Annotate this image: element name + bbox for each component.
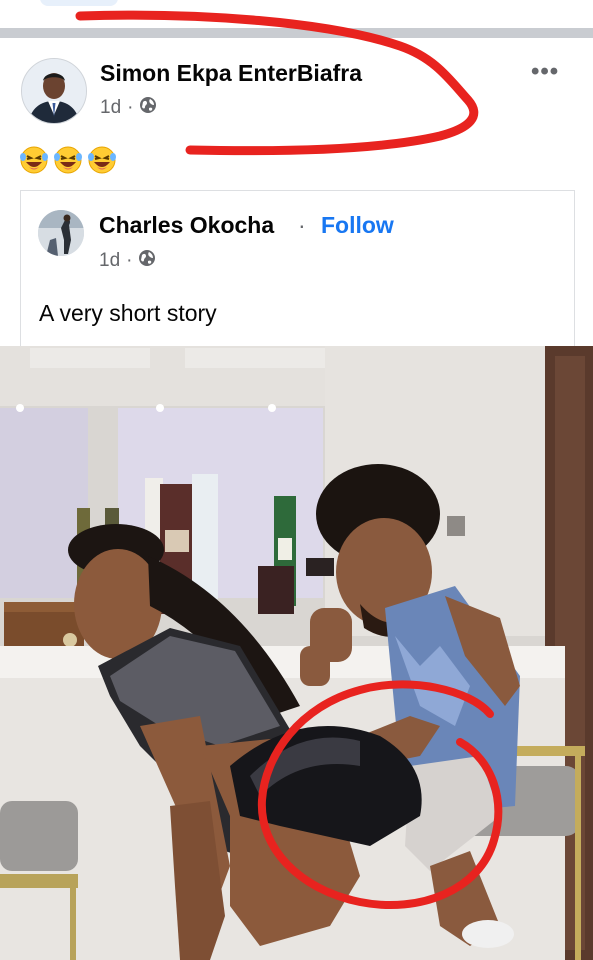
post-author-name[interactable]: Simon Ekpa EnterBiafra <box>100 60 362 87</box>
feed-divider <box>0 28 593 38</box>
laughing-crying-emoji-icon <box>54 146 82 174</box>
meta-separator: · <box>127 97 134 118</box>
post-meta: 1d · <box>100 96 157 120</box>
follow-button[interactable]: Follow <box>321 212 394 239</box>
globe-icon <box>138 249 156 273</box>
shared-post-time[interactable]: 1d <box>99 250 120 272</box>
follow-separator: · <box>298 212 306 238</box>
shared-post-meta: 1d · <box>99 249 156 273</box>
globe-icon <box>139 96 157 120</box>
shared-author-name[interactable]: Charles Okocha <box>99 212 274 239</box>
post-header <box>0 38 593 138</box>
laughing-crying-emoji-icon <box>88 146 116 174</box>
laughing-crying-emoji-icon <box>20 146 48 174</box>
shared-post-caption: A very short story <box>39 300 217 326</box>
shared-author-avatar[interactable] <box>38 210 84 256</box>
author-avatar[interactable] <box>21 58 87 124</box>
previous-post-button-edge[interactable] <box>40 0 118 6</box>
shared-meta-separator: · <box>126 250 133 271</box>
post-time[interactable]: 1d <box>100 97 121 119</box>
post-photo[interactable] <box>0 346 593 960</box>
previous-post-edge <box>0 0 593 28</box>
more-options-icon[interactable]: ••• <box>531 58 559 86</box>
post-text-emojis <box>18 143 118 175</box>
